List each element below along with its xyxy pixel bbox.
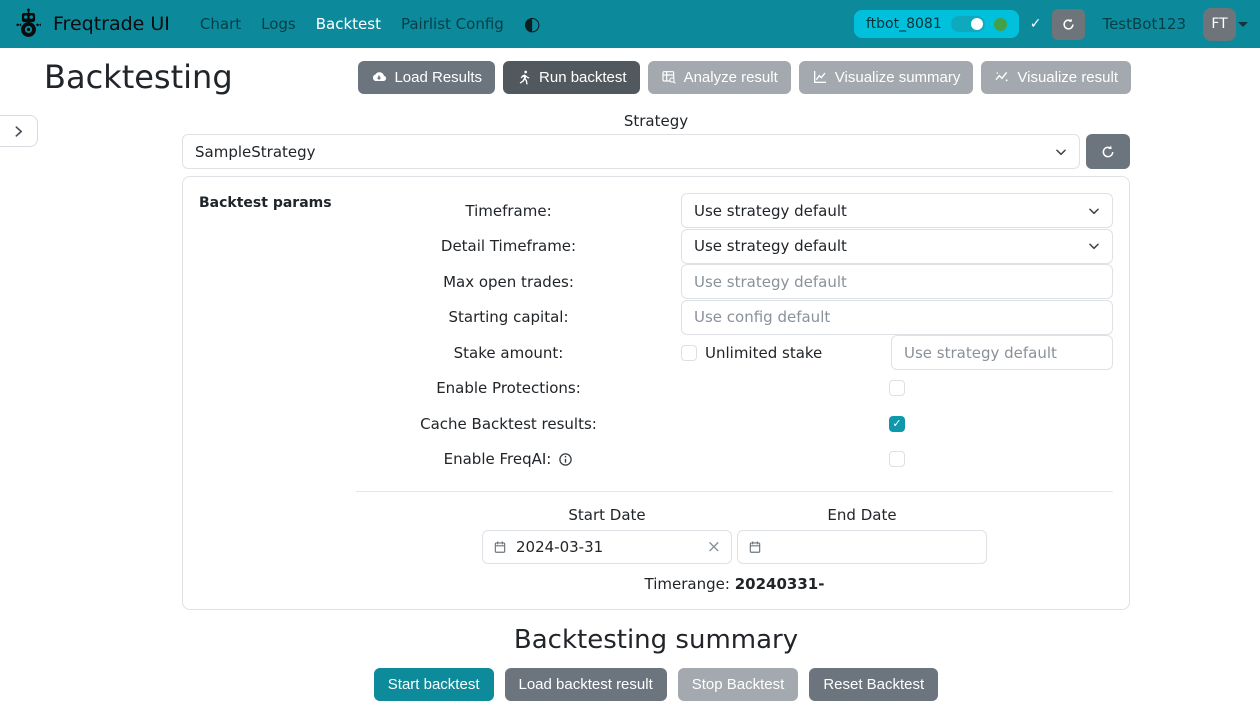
start-backtest-button[interactable]: Start backtest: [374, 668, 494, 701]
timerange-line: Timerange: 20240331-: [356, 575, 1113, 593]
detail-timeframe-row: Detail Timeframe: Use strategy default: [356, 229, 1113, 265]
starting-capital-label: Starting capital:: [356, 308, 661, 326]
bot-login-name: TestBot123: [1094, 15, 1194, 33]
reset-backtest-button[interactable]: Reset Backtest: [809, 668, 938, 701]
refresh-strategy-button[interactable]: [1086, 134, 1130, 169]
calendar-icon: [748, 540, 762, 554]
refresh-icon: [1100, 144, 1116, 160]
end-date-input[interactable]: [737, 530, 987, 564]
date-labels: Start Date End Date: [356, 502, 1113, 530]
stake-amount-row: Stake amount: Unlimited stake: [356, 335, 1113, 371]
run-backtest-button[interactable]: Run backtest: [503, 61, 640, 94]
sidebar-expand-button[interactable]: [0, 115, 38, 147]
backtest-main: Strategy SampleStrategy Backtest params …: [182, 112, 1130, 701]
nav-item-pairlist-config[interactable]: Pairlist Config: [391, 15, 514, 33]
stop-backtest-button[interactable]: Stop Backtest: [678, 668, 799, 701]
analyze-result-button[interactable]: Analyze result: [648, 61, 791, 94]
info-icon[interactable]: [558, 452, 573, 467]
load-backtest-result-button[interactable]: Load backtest result: [505, 668, 667, 701]
brand[interactable]: Freqtrade UI: [12, 8, 170, 41]
max-open-trades-row: Max open trades:: [356, 264, 1113, 300]
chart-line-icon: [812, 69, 828, 85]
timeframe-row: Timeframe: Use strategy default: [356, 193, 1113, 229]
chevron-right-icon: [12, 125, 25, 138]
timerange-value: 20240331-: [735, 575, 825, 593]
unlimited-stake-label: Unlimited stake: [705, 344, 822, 362]
nav-item-backtest[interactable]: Backtest: [306, 15, 391, 33]
summary-title: Backtesting summary: [182, 625, 1130, 655]
freqtrade-robot-icon: [12, 8, 45, 41]
strategy-label: Strategy: [182, 112, 1130, 130]
bot-selector[interactable]: ftbot_8081: [854, 10, 1019, 38]
detail-timeframe-label: Detail Timeframe:: [356, 237, 661, 255]
timerange-label: Timerange:: [645, 575, 730, 593]
detail-timeframe-select[interactable]: Use strategy default: [681, 229, 1113, 264]
max-open-trades-input[interactable]: [681, 264, 1113, 299]
strategy-select[interactable]: SampleStrategy: [182, 134, 1080, 169]
cloud-download-icon: [371, 69, 387, 85]
backtest-params-form: Timeframe: Use strategy default Detail T…: [356, 193, 1113, 593]
chevron-down-icon: [1238, 22, 1248, 27]
date-inputs: 2024-03-31 ×: [356, 530, 1113, 564]
avatar: FT: [1203, 8, 1236, 41]
run-icon: [516, 69, 532, 85]
enable-freqai-row: Enable FreqAI:: [356, 442, 1113, 478]
bot-name: ftbot_8081: [866, 16, 942, 32]
brand-title: Freqtrade UI: [53, 13, 170, 35]
start-date-input[interactable]: 2024-03-31 ×: [482, 530, 732, 564]
nav-item-chart[interactable]: Chart: [190, 15, 251, 33]
account-menu[interactable]: FT: [1203, 8, 1248, 41]
page-title: Backtesting: [44, 58, 233, 96]
card-legend: Backtest params: [199, 193, 356, 593]
reload-bot-button[interactable]: [1052, 9, 1085, 40]
enable-freqai-checkbox[interactable]: [889, 451, 905, 467]
starting-capital-input[interactable]: [681, 300, 1113, 335]
visualize-result-button[interactable]: Visualize result: [981, 61, 1131, 94]
enable-protections-checkbox[interactable]: [889, 380, 905, 396]
summary-buttons: Start backtest Load backtest result Stop…: [182, 668, 1130, 701]
navbar: Freqtrade UI Chart Logs Backtest Pairlis…: [0, 0, 1260, 48]
start-date-label: Start Date: [482, 502, 732, 530]
clear-date-icon[interactable]: ×: [707, 539, 721, 556]
cache-results-checkbox[interactable]: ✓: [889, 416, 905, 432]
page-header: Backtesting Load Results Run backtest: [0, 48, 1260, 100]
chart-timeline-icon: [994, 69, 1010, 85]
visualize-summary-button[interactable]: Visualize summary: [799, 61, 974, 94]
backtest-params-card: Backtest params Timeframe: Use strategy …: [182, 176, 1130, 610]
starting-capital-row: Starting capital:: [356, 300, 1113, 336]
calendar-icon: [493, 540, 507, 554]
stake-amount-input[interactable]: [891, 335, 1113, 370]
timeframe-label: Timeframe:: [356, 202, 661, 220]
cache-results-label: Cache Backtest results:: [356, 415, 661, 433]
theme-toggle-icon[interactable]: ◐: [524, 15, 541, 34]
enable-freqai-label: Enable FreqAI:: [444, 450, 552, 468]
nav-item-logs[interactable]: Logs: [251, 15, 306, 33]
toggle-knob: [971, 18, 983, 30]
bot-online-dot: [994, 18, 1007, 31]
navbar-right: ftbot_8081 ✓ TestBot123 FT: [854, 8, 1248, 41]
enable-protections-label: Enable Protections:: [356, 379, 661, 397]
enable-protections-row: Enable Protections:: [356, 371, 1113, 407]
unlimited-stake-checkbox[interactable]: [681, 345, 697, 361]
load-results-button[interactable]: Load Results: [358, 61, 495, 94]
bot-status-check-icon: ✓: [1030, 16, 1042, 32]
bot-enable-toggle[interactable]: [951, 16, 985, 32]
stake-amount-label: Stake amount:: [356, 344, 661, 362]
refresh-icon: [1061, 17, 1076, 32]
start-date-value: 2024-03-31: [516, 538, 603, 556]
max-open-trades-label: Max open trades:: [356, 273, 661, 291]
end-date-label: End Date: [737, 502, 987, 530]
table-search-icon: [661, 69, 677, 85]
timeframe-select[interactable]: Use strategy default: [681, 193, 1113, 228]
form-divider: [356, 491, 1113, 492]
strategy-row: SampleStrategy: [182, 134, 1130, 169]
cache-results-row: Cache Backtest results: ✓: [356, 406, 1113, 442]
